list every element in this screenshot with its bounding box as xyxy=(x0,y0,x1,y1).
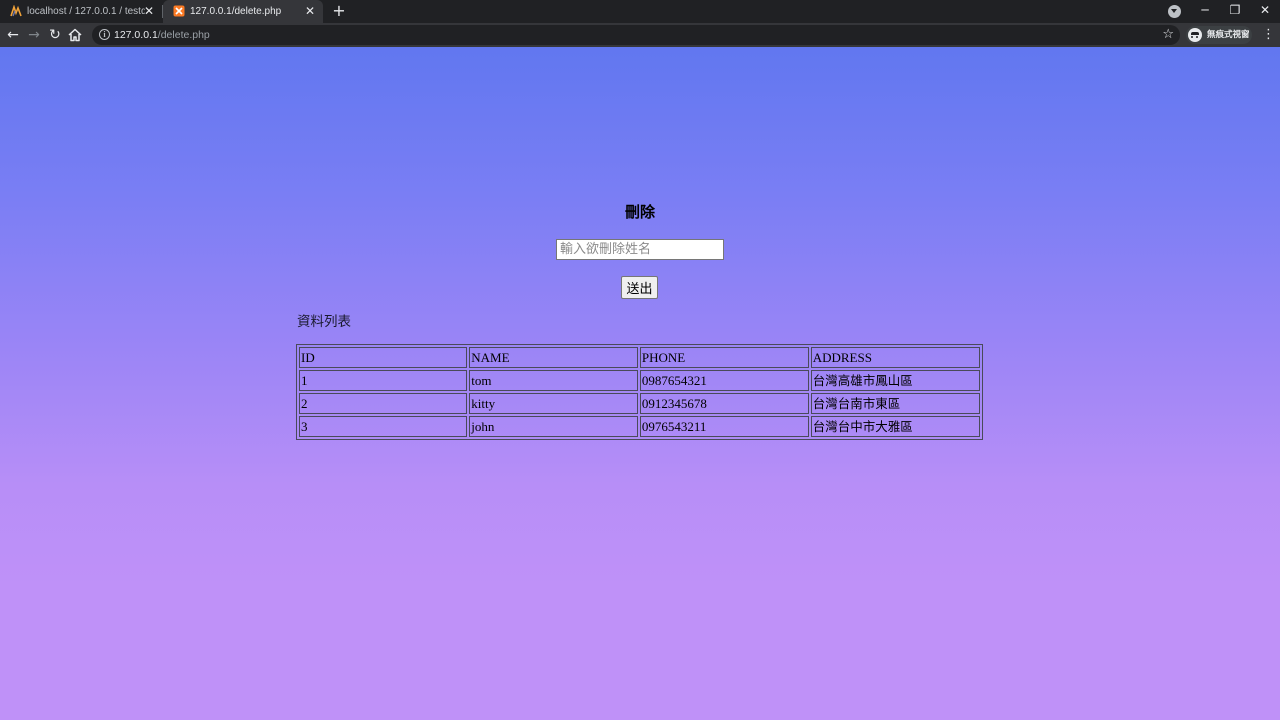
cell-phone: 0987654321 xyxy=(639,370,809,391)
bookmark-star-icon[interactable]: ☆ xyxy=(1162,26,1174,44)
column-header-id: ID xyxy=(299,347,468,368)
cell-address: 台灣台南市東區 xyxy=(810,393,980,414)
delete-name-input[interactable] xyxy=(556,239,724,260)
data-table: ID NAME PHONE ADDRESS 1 tom 0987654321 台… xyxy=(296,344,983,440)
profile-label: 無痕式視窗 xyxy=(1207,30,1250,40)
new-tab-plus-icon[interactable]: + xyxy=(330,2,348,20)
table-row: 1 tom 0987654321 台灣高雄市鳳山區 xyxy=(299,370,980,391)
forward-arrow-icon[interactable]: → xyxy=(24,25,44,45)
browser-toolbar: ← → ↻ i 127.0.0.1/delete.php ☆ 無痕式視窗 ⋮ xyxy=(0,23,1280,47)
incognito-profile-button[interactable]: 無痕式視窗 xyxy=(1186,26,1252,44)
address-bar[interactable]: i 127.0.0.1/delete.php ☆ xyxy=(92,25,1180,45)
close-tab-icon[interactable]: ✕ xyxy=(142,3,156,19)
data-list-label: 資料列表 xyxy=(297,314,351,330)
column-header-address: ADDRESS xyxy=(810,347,980,368)
window-close-icon[interactable]: ✕ xyxy=(1250,0,1280,20)
cell-phone: 0912345678 xyxy=(639,393,809,414)
cell-address: 台灣台中市大雅區 xyxy=(810,416,980,437)
cell-name: tom xyxy=(469,370,638,391)
page-viewport: 刪除 送出 資料列表 ID NAME PHONE ADDRESS 1 tom 0… xyxy=(0,47,1280,720)
cell-id: 3 xyxy=(299,416,468,437)
reload-icon[interactable]: ↻ xyxy=(45,25,65,45)
more-menu-icon[interactable]: ⋮ xyxy=(1262,25,1275,45)
cell-id: 2 xyxy=(299,393,468,414)
table-row: 3 john 0976543211 台灣台中市大雅區 xyxy=(299,416,980,437)
cell-id: 1 xyxy=(299,370,468,391)
submit-button[interactable]: 送出 xyxy=(621,276,658,299)
tab-title: 127.0.0.1/delete.php xyxy=(190,6,282,17)
tab-search-icon[interactable] xyxy=(1168,5,1181,18)
cell-address: 台灣高雄市鳳山區 xyxy=(810,370,980,391)
home-icon[interactable] xyxy=(67,27,83,43)
minimize-icon[interactable]: ─ xyxy=(1190,0,1220,20)
site-info-icon[interactable]: i xyxy=(99,29,110,40)
page-title: 刪除 xyxy=(624,203,655,221)
url-host: 127.0.0.1 xyxy=(114,29,158,41)
url-path: /delete.php xyxy=(157,29,210,41)
restore-icon[interactable]: ❐ xyxy=(1220,0,1250,20)
cell-phone: 0976543211 xyxy=(639,416,809,437)
table-row: 2 kitty 0912345678 台灣台南市東區 xyxy=(299,393,980,414)
close-tab-icon[interactable]: ✕ xyxy=(303,3,317,19)
back-arrow-icon[interactable]: ← xyxy=(3,25,23,45)
tab-delete-php[interactable]: 127.0.0.1/delete.php ✕ xyxy=(163,0,323,23)
tab-strip: localhost / 127.0.0.1 / testdb / ✕ 127.0… xyxy=(0,0,1280,23)
column-header-name: NAME xyxy=(469,347,638,368)
xampp-logo-icon xyxy=(173,5,185,17)
address-url: 127.0.0.1/delete.php xyxy=(114,28,210,42)
tab-title: localhost / 127.0.0.1 / testdb / xyxy=(27,6,145,17)
cell-name: kitty xyxy=(469,393,638,414)
incognito-icon xyxy=(1188,28,1202,42)
tab-phpmyadmin[interactable]: localhost / 127.0.0.1 / testdb / ✕ xyxy=(0,0,162,23)
table-header-row: ID NAME PHONE ADDRESS xyxy=(299,347,980,368)
phpmyadmin-logo-icon xyxy=(10,5,22,17)
cell-name: john xyxy=(469,416,638,437)
column-header-phone: PHONE xyxy=(639,347,809,368)
